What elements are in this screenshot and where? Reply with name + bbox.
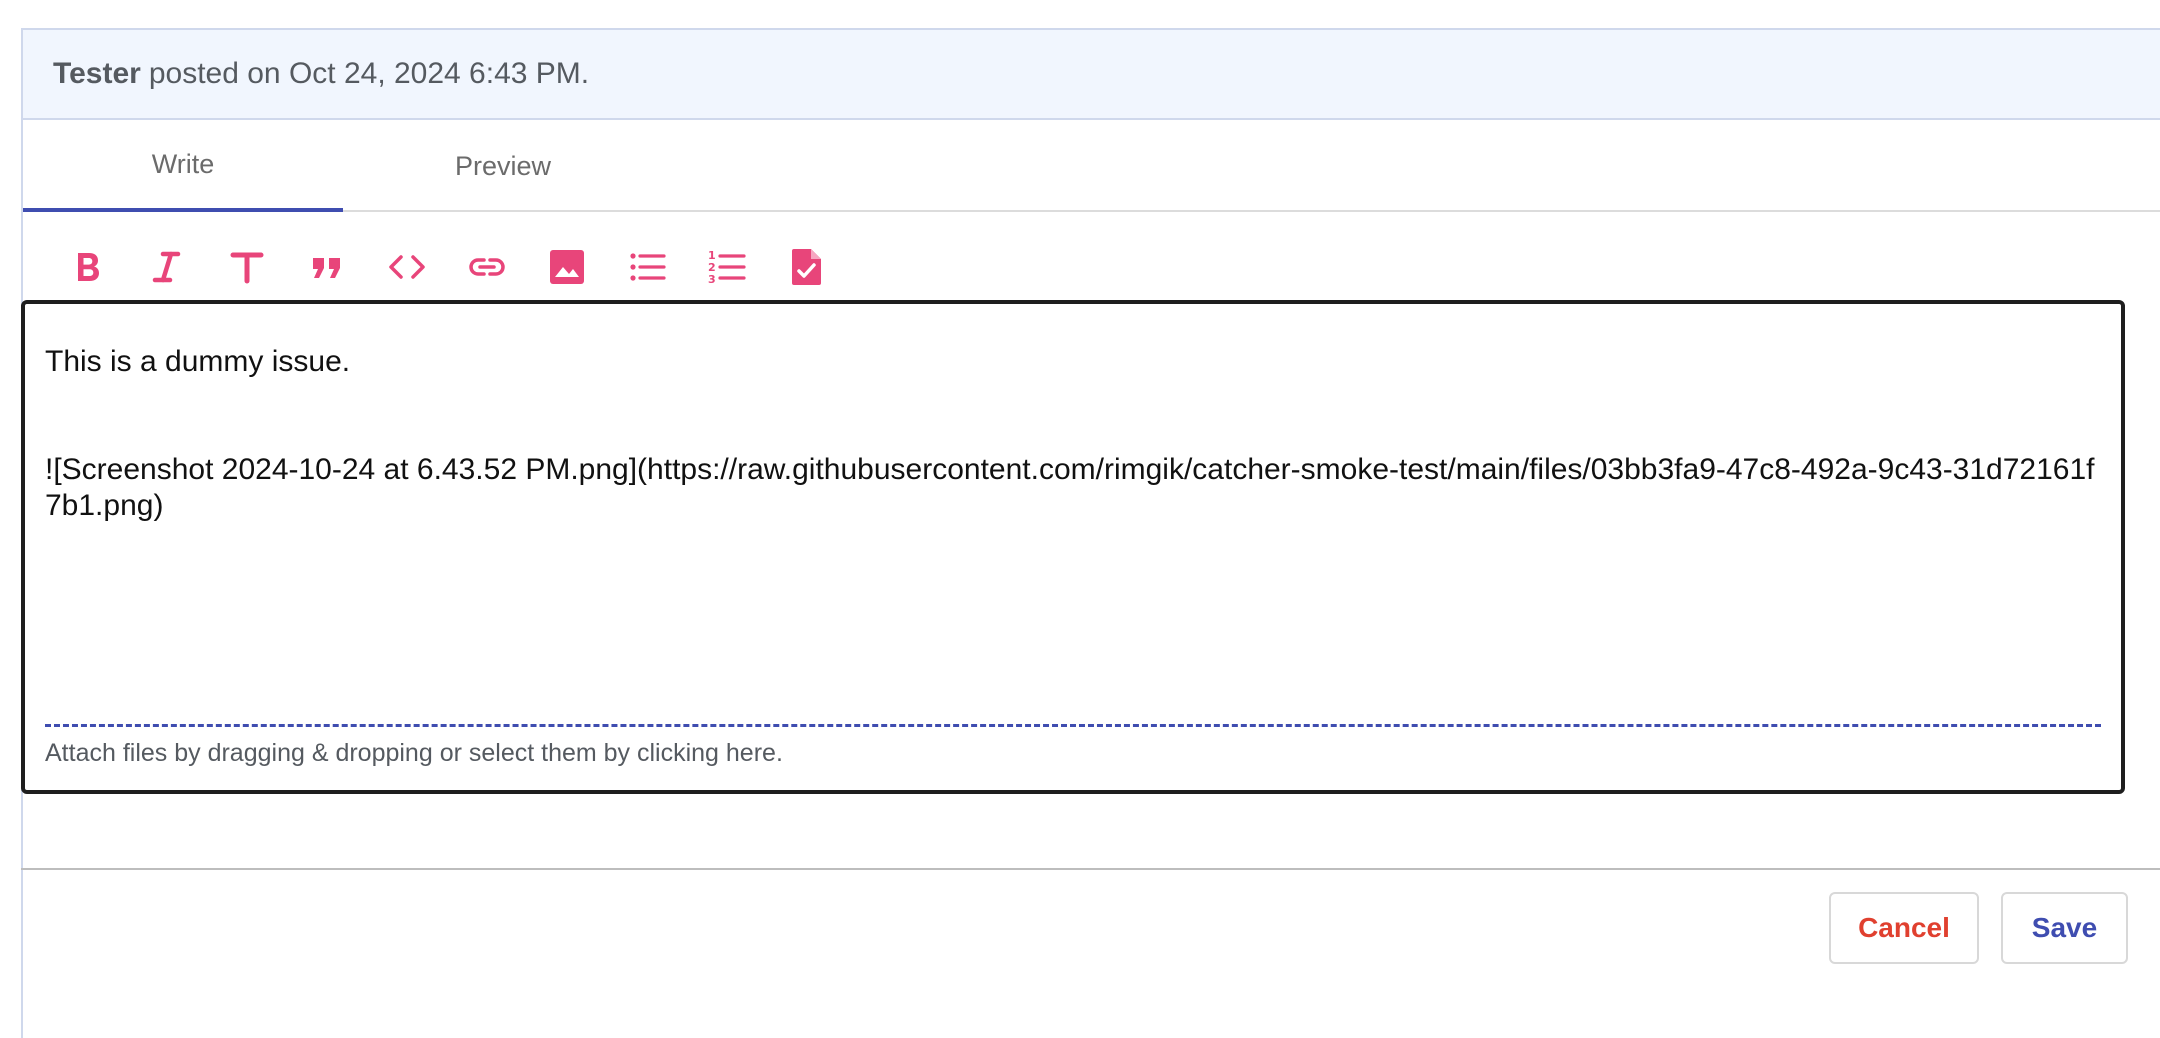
editor-tabs: Write Preview bbox=[23, 120, 2160, 212]
editor-line: This is a dummy issue. bbox=[45, 345, 351, 378]
bold-icon[interactable] bbox=[65, 245, 109, 289]
tab-preview[interactable]: Preview bbox=[343, 120, 663, 212]
markdown-editor[interactable]: This is a dummy issue. ![Screenshot 2024-… bbox=[21, 300, 2125, 794]
author-name: Tester bbox=[53, 57, 141, 90]
editor-content[interactable]: This is a dummy issue. ![Screenshot 2024-… bbox=[45, 344, 2101, 524]
bulleted-list-icon[interactable] bbox=[625, 245, 669, 289]
task-list-icon[interactable] bbox=[785, 245, 829, 289]
cancel-button[interactable]: Cancel bbox=[1829, 892, 1979, 964]
file-dropzone[interactable]: Attach files by dragging & dropping or s… bbox=[45, 724, 2101, 768]
numbered-list-icon[interactable]: 123 bbox=[705, 245, 749, 289]
footer-divider bbox=[21, 868, 2160, 870]
svg-text:3: 3 bbox=[708, 273, 716, 286]
posted-date: posted on Oct 24, 2024 6:43 PM. bbox=[148, 57, 590, 90]
heading-icon[interactable] bbox=[225, 245, 269, 289]
code-icon[interactable] bbox=[385, 245, 429, 289]
save-button[interactable]: Save bbox=[2001, 892, 2128, 964]
comment-header: Tester posted on Oct 24, 2024 6:43 PM. bbox=[23, 30, 2160, 120]
link-icon[interactable] bbox=[465, 245, 509, 289]
image-icon[interactable] bbox=[545, 245, 589, 289]
quote-icon[interactable] bbox=[305, 245, 349, 289]
editor-line: ![Screenshot 2024-10-24 at 6.43.52 PM.pn… bbox=[45, 453, 2095, 522]
tab-write[interactable]: Write bbox=[23, 120, 343, 212]
italic-icon[interactable] bbox=[145, 245, 189, 289]
